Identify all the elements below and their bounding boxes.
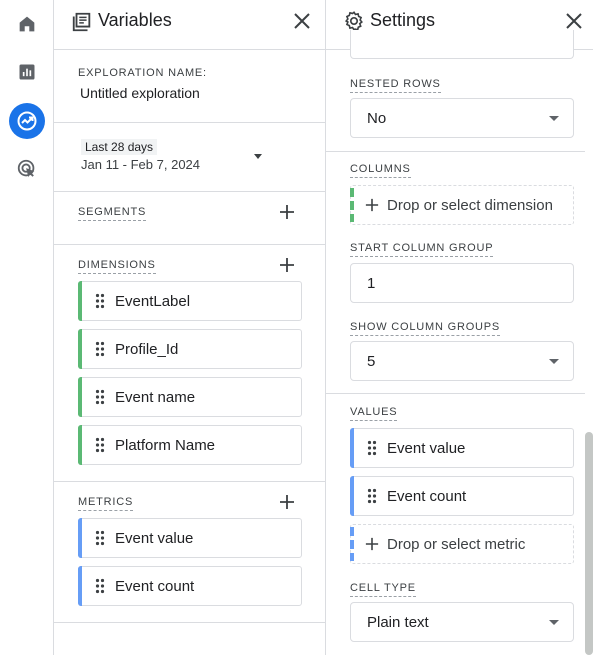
exploration-name-input[interactable]: Untitled exploration (80, 85, 200, 101)
drag-handle-icon[interactable] (95, 389, 105, 405)
value-chip[interactable]: Event count (350, 476, 574, 516)
date-range-text: Jan 11 - Feb 7, 2024 (81, 157, 201, 172)
divider (54, 244, 325, 245)
drag-handle-icon[interactable] (95, 341, 105, 357)
values-drop-zone[interactable]: Drop or select metric (350, 524, 574, 564)
chevron-down-icon (254, 154, 262, 159)
chip-color-bar (78, 329, 82, 369)
exploration-name-label: EXPLORATION NAME: (78, 67, 207, 79)
chip-color-bar (78, 425, 82, 465)
divider (54, 122, 325, 123)
plus-icon (365, 198, 379, 212)
explore-button[interactable] (9, 103, 45, 139)
variables-icon (72, 12, 91, 32)
divider (54, 622, 325, 623)
add-dimension-icon[interactable] (279, 257, 295, 273)
left-nav-rail (0, 0, 54, 655)
start-column-group-label: START COLUMN GROUP (350, 242, 494, 257)
dimension-label: Platform Name (115, 436, 216, 454)
explore-icon (17, 111, 37, 131)
dimension-label: EventLabel (115, 292, 191, 310)
drag-handle-icon[interactable] (95, 530, 105, 546)
dimensions-label: DIMENSIONS (78, 259, 156, 274)
dimension-label: Event name (115, 388, 196, 406)
columns-drop-text: Drop or select dimension (387, 196, 553, 214)
divider (54, 481, 325, 482)
add-metric-icon[interactable] (279, 494, 295, 510)
show-column-groups-select[interactable]: 5 (350, 341, 574, 381)
close-icon[interactable] (564, 11, 584, 31)
value-chip[interactable]: Event value (350, 428, 574, 468)
metric-label: Event count (115, 577, 195, 595)
divider (326, 393, 585, 394)
nested-rows-label: NESTED ROWS (350, 78, 441, 93)
show-column-groups-label: SHOW COLUMN GROUPS (350, 321, 501, 336)
variables-header: Variables (54, 0, 325, 50)
start-column-group-input[interactable]: 1 (350, 263, 574, 303)
divider (54, 191, 325, 192)
scrollbar[interactable] (585, 432, 593, 655)
dimension-label: Profile_Id (115, 340, 179, 358)
dropdown-arrow-icon (549, 620, 559, 625)
variables-panel: Variables EXPLORATION NAME: Untitled exp… (54, 0, 326, 655)
nested-rows-value: No (367, 109, 387, 127)
metric-chip[interactable]: Event count (78, 566, 302, 606)
drag-handle-icon[interactable] (95, 293, 105, 309)
chip-color-bar (350, 428, 354, 468)
cell-type-select[interactable]: Plain text (350, 602, 574, 642)
advertising-button[interactable] (9, 151, 45, 187)
drag-handle-icon[interactable] (95, 437, 105, 453)
scrolled-field[interactable] (350, 30, 574, 59)
dimension-chip[interactable]: Platform Name (78, 425, 302, 465)
add-segment-icon[interactable] (279, 204, 295, 220)
value-label: Event value (387, 439, 466, 457)
dropdown-arrow-icon (549, 359, 559, 364)
plus-icon (365, 537, 379, 551)
dimension-chip[interactable]: Event name (78, 377, 302, 417)
segments-label: SEGMENTS (78, 206, 147, 221)
drop-color-bar (350, 188, 354, 222)
settings-title: Settings (370, 10, 436, 30)
chip-color-bar (78, 518, 82, 558)
home-icon (19, 16, 35, 32)
values-drop-text: Drop or select metric (387, 535, 526, 553)
value-label: Event count (387, 487, 467, 505)
date-range-picker[interactable]: Last 28 days Jan 11 - Feb 7, 2024 (78, 136, 268, 176)
metric-label: Event value (115, 529, 194, 547)
drag-handle-icon[interactable] (95, 578, 105, 594)
variables-title: Variables (98, 10, 172, 30)
cell-type-value: Plain text (367, 613, 429, 631)
metrics-label: METRICS (78, 496, 134, 511)
columns-label: COLUMNS (350, 163, 411, 178)
columns-drop-zone[interactable]: Drop or select dimension (350, 185, 574, 225)
close-icon[interactable] (292, 11, 312, 31)
metric-chip[interactable]: Event value (78, 518, 302, 558)
chip-color-bar (78, 566, 82, 606)
show-column-groups-value: 5 (367, 352, 376, 370)
nested-rows-select[interactable]: No (350, 98, 574, 138)
cell-type-label: CELL TYPE (350, 582, 416, 597)
drop-color-bar (350, 527, 354, 561)
settings-panel: Settings NESTED ROWS No COLUMNS Drop or … (326, 0, 593, 655)
dimension-chip[interactable]: Profile_Id (78, 329, 302, 369)
gear-icon (344, 11, 363, 31)
reports-button[interactable] (9, 54, 45, 90)
chip-color-bar (350, 476, 354, 516)
home-button[interactable] (9, 6, 45, 42)
bar-chart-icon (19, 64, 35, 80)
date-range-badge: Last 28 days (81, 139, 158, 155)
target-cursor-icon (17, 159, 35, 178)
chip-color-bar (78, 281, 82, 321)
dropdown-arrow-icon (549, 116, 559, 121)
drag-handle-icon[interactable] (367, 440, 377, 456)
exploration-editor: Variables EXPLORATION NAME: Untitled exp… (0, 0, 593, 655)
divider (326, 151, 585, 152)
drag-handle-icon[interactable] (367, 488, 377, 504)
values-label: VALUES (350, 406, 398, 421)
chip-color-bar (78, 377, 82, 417)
start-column-group-value: 1 (367, 274, 376, 292)
dimension-chip[interactable]: EventLabel (78, 281, 302, 321)
